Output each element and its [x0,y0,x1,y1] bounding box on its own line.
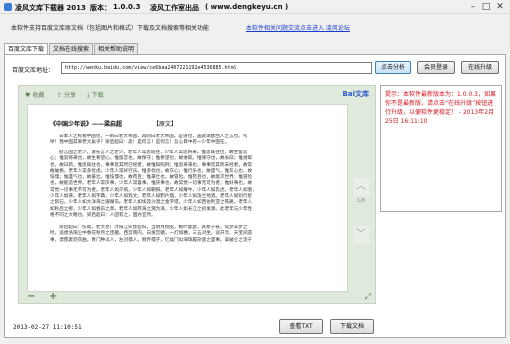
chevron-up-icon: ︿ [356,181,366,192]
member-login-button[interactable]: 会员登录 [417,61,455,74]
title-bar: 凌风文库下载器 2013 版本： 1.0.0.3 凌风工作室出品 ( www.d… [0,0,510,14]
doc-paragraph: 日本人之称我中国也，一则曰老大帝国，再则曰老大帝国。是语也，盖袭译欧西人之言也。… [50,134,345,147]
chevron-down-icon: ﹀ [356,229,366,240]
doc-line: 事，谱霓裳羽衣曲。青门种瓜人，左对孺人，顾弄孺子，忆侯门似海珠履杂遝之盛事。拿破… [50,237,253,243]
fullscreen-icon[interactable]: ⤢ [365,292,371,302]
minimize-button[interactable]: – [468,2,478,12]
favorite-action[interactable]: ♥ 收藏 [25,90,44,99]
forum-link[interactable]: 本软件相关问题交流点击进入 凌风论坛 [246,23,350,32]
app-name: 凌风文库下载器 2013 [15,4,86,12]
version-label: 版本： [90,4,111,12]
viewer-bottom-bar: − + ⤢ [19,291,375,304]
online-upgrade-button[interactable]: 在线升级 [461,61,499,74]
app-window: 凌风文库下载器 2013 版本： 1.0.0.3 凌风工作室出品 ( www.d… [0,0,510,344]
analyze-button[interactable]: 点击分析 [375,61,411,74]
doc-line: 呼！我中国其果老大矣乎？梁启超曰：恶！是何言！是何言！吾心目中有一少年中国在。 [50,140,230,146]
document-page: 《中国少年说》——梁启超 【原文】 日本人之称我中国也，一则曰老大帝国，再则曰老… [27,104,348,292]
doc-line: 格不同之大略也。梁启超曰：人固有之，国亦宜然。 [50,212,156,218]
website: ( www.dengkeyu.cn ) [205,3,289,11]
hint-box: 提示：本软件最新版本为：1.0.0.3，如果你不是最新版，请点击“在线升级”按钮… [380,85,502,212]
share-icon: ⇪ [57,92,63,99]
url-input[interactable]: http://wenku.baidu.com/view/ce6baa240722… [61,62,372,74]
download-panel: 百度文库地址： http://wenku.baidu.com/view/ce6b… [4,54,506,338]
doc-paragraph: 欲言国之老少，请先言人之老少。老年人常思既往，少年人常思将来。惟思既往也，故生留… [50,150,345,219]
url-label: 百度文库地址： [12,67,55,74]
doc-tag: 【原文】 [153,121,178,128]
maximize-button[interactable]: □ [481,2,491,12]
status-datetime: 2013-02-27 11:10:51 [13,324,82,331]
baidu-wenku-logo: Bai文库 [342,90,369,98]
viewer-toolbar: ♥ 收藏 ⇪ 分享 ⤓ 下载 Bai文库 [19,86,375,102]
page-nav: ︿ 1/8 ﹀ [350,104,372,292]
view-txt-button[interactable]: 查看TXT [279,319,323,334]
doc-paragraph: 梁启超曰：伤哉，老大也！浔阳江头琵琶妇，当明月绕船，枫叶瑟瑟，衾寒于铁，似梦非梦… [50,225,345,244]
page-down-button[interactable]: ﹀ [353,226,369,244]
studio-name: 凌风工作室出品 [150,4,199,12]
download-action[interactable]: ⤓ 下载 [87,90,104,100]
app-icon [4,3,12,11]
intro-text: 本软件支持百度文库原文档（包括图片和格式）下载及文档搜索等相关功能 [11,25,210,32]
page-number: 1/8 [356,198,366,204]
zoom-out-icon[interactable]: − [27,291,35,302]
page-up-button[interactable]: ︿ [353,178,369,196]
download-doc-button[interactable]: 下载文档 [330,319,374,334]
version-number: 1.0.0.3 [113,3,141,11]
document-viewer: ♥ 收藏 ⇪ 分享 ⤓ 下载 Bai文库 《中国少年说》——梁启超 【原文】 日… [18,85,376,304]
doc-title: 《中国少年说》——梁启超 [50,121,123,128]
zoom-in-icon[interactable]: + [49,291,57,302]
share-action[interactable]: ⇪ 分享 [57,90,76,99]
close-button[interactable]: ✕ [495,2,505,12]
download-icon: ⤓ [87,92,90,99]
heart-icon: ♥ [25,92,31,99]
